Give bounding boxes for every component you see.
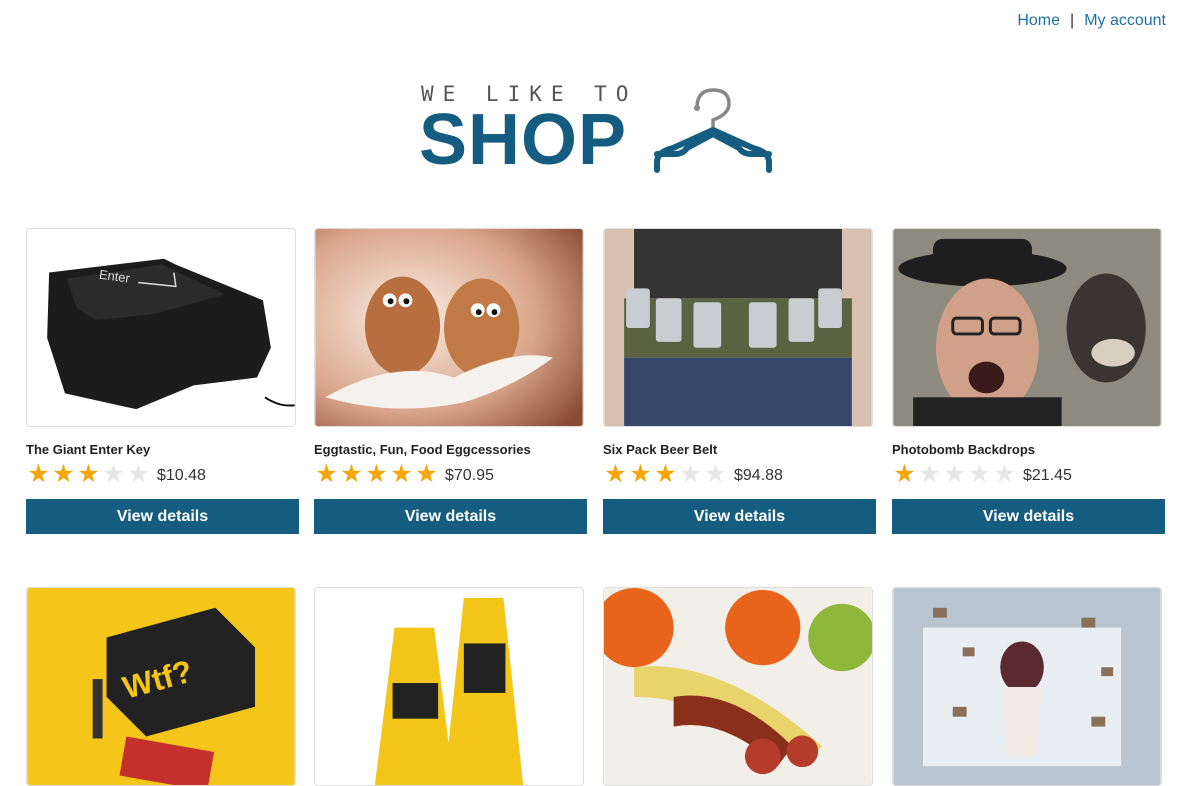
star-filled-icon: ★ (604, 459, 627, 488)
star-filled-icon: ★ (77, 459, 100, 488)
star-empty-icon: ★ (968, 459, 991, 488)
product-rating: ★ ★ ★ ★ ★ $94.88 (603, 461, 877, 487)
star-empty-icon: ★ (127, 459, 150, 488)
site-logo[interactable]: WE LIKE TO SHOP (419, 80, 779, 180)
star-empty-icon: ★ (102, 459, 125, 488)
star-filled-icon: ★ (390, 459, 413, 488)
product-image-flying-books[interactable] (892, 587, 1162, 786)
star-empty-icon: ★ (993, 459, 1016, 488)
star-filled-icon: ★ (27, 459, 50, 488)
product-image-photobomb[interactable] (892, 228, 1162, 427)
star-empty-icon: ★ (918, 459, 941, 488)
star-filled-icon: ★ (365, 459, 388, 488)
star-filled-icon: ★ (340, 459, 363, 488)
nav-separator: | (1070, 12, 1075, 29)
star-empty-icon: ★ (679, 459, 702, 488)
product-card: Photobomb Backdrops ★ ★ ★ ★ ★ $21.45 View de… (892, 228, 1166, 534)
star-empty-icon: ★ (704, 459, 727, 488)
my-account-link[interactable]: My account (1084, 12, 1166, 30)
star-rating: ★ ★ ★ ★ ★ (892, 459, 1017, 488)
product-card (603, 587, 877, 786)
product-card (314, 587, 588, 786)
star-rating: ★ ★ ★ ★ ★ (314, 459, 439, 488)
product-image-enter-key[interactable]: Enter (26, 228, 296, 427)
star-filled-icon: ★ (415, 459, 438, 488)
top-nav: Home | My account (1017, 12, 1166, 30)
product-price: $94.88 (734, 467, 783, 484)
product-image-beer-belt[interactable] (603, 228, 873, 427)
product-image-wtf-game[interactable]: Wtf? (26, 587, 296, 786)
product-title: Eggtastic, Fun, Food Eggcessories (314, 442, 531, 457)
product-title: Photobomb Backdrops (892, 442, 1036, 457)
star-filled-icon: ★ (893, 459, 916, 488)
product-card: Six Pack Beer Belt ★ ★ ★ ★ ★ $94.88 View det… (603, 228, 877, 534)
product-rating: ★ ★ ★ ★ ★ $70.95 (314, 461, 588, 487)
product-rating: ★ ★ ★ ★ ★ $10.48 (26, 461, 300, 487)
home-link[interactable]: Home (1017, 12, 1060, 30)
product-price: $21.45 (1023, 467, 1072, 484)
star-filled-icon: ★ (654, 459, 677, 488)
product-image-banana-sausage[interactable] (603, 587, 873, 786)
product-image-caution-signs[interactable] (314, 587, 584, 786)
view-details-button[interactable]: View details (314, 499, 587, 534)
star-empty-icon: ★ (943, 459, 966, 488)
star-filled-icon: ★ (629, 459, 652, 488)
product-price: $10.48 (157, 467, 206, 484)
star-rating: ★ ★ ★ ★ ★ (26, 459, 151, 488)
product-card: Eggtastic, Fun, Food Eggcessories ★ ★ ★ ★ ★ … (314, 228, 588, 534)
product-title: Six Pack Beer Belt (603, 442, 718, 457)
product-card: Enter The Giant Enter Key ★ ★ ★ ★ ★ $10.48 V… (26, 228, 300, 534)
product-card (892, 587, 1166, 786)
hanger-icon (654, 88, 772, 173)
product-price: $70.95 (445, 467, 494, 484)
view-details-button[interactable]: View details (26, 499, 299, 534)
product-title: The Giant Enter Key (26, 442, 151, 457)
product-card: Wtf? (26, 587, 300, 786)
view-details-button[interactable]: View details (892, 499, 1165, 534)
product-rating: ★ ★ ★ ★ ★ $21.45 (892, 461, 1166, 487)
logo-wordmark: SHOP (419, 100, 628, 180)
view-details-button[interactable]: View details (603, 499, 876, 534)
star-rating: ★ ★ ★ ★ ★ (603, 459, 728, 488)
star-filled-icon: ★ (52, 459, 75, 488)
product-image-eggs[interactable] (314, 228, 584, 427)
star-filled-icon: ★ (315, 459, 338, 488)
